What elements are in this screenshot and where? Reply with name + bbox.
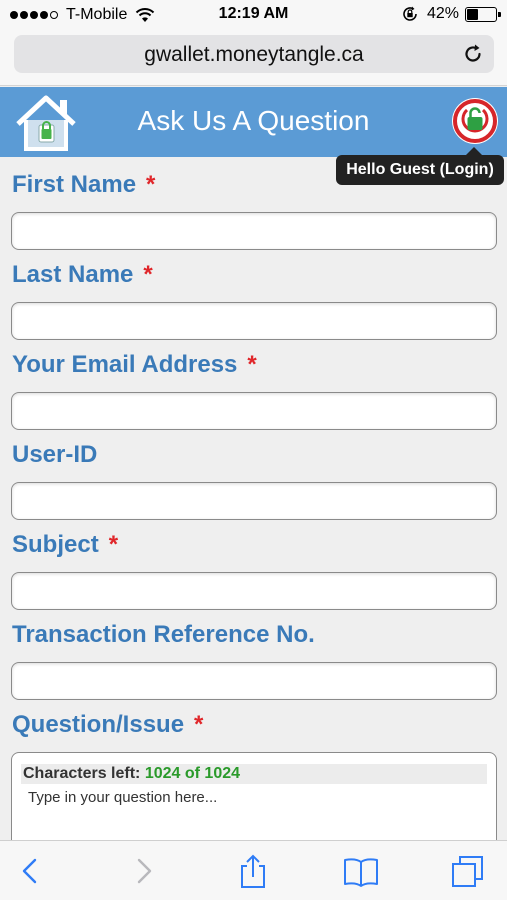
share-icon[interactable]	[235, 853, 271, 889]
question-textarea[interactable]: Type in your question here...	[28, 789, 217, 806]
required-marker: *	[194, 711, 204, 738]
transaction-ref-label: Transaction Reference No.	[12, 621, 315, 648]
tabs-icon[interactable]	[450, 853, 486, 889]
email-label: Your Email Address *	[12, 351, 257, 378]
rotation-lock-icon	[403, 6, 417, 21]
required-marker: *	[108, 531, 119, 558]
characters-left-label: Characters left:	[23, 765, 141, 782]
subject-label: Subject *	[12, 531, 119, 558]
user-id-label: User-ID	[12, 441, 98, 468]
transaction-ref-input[interactable]	[11, 662, 497, 700]
forward-icon[interactable]	[126, 853, 162, 889]
reload-icon[interactable]	[462, 43, 484, 65]
required-marker: *	[143, 261, 153, 288]
subject-input[interactable]	[11, 572, 497, 610]
login-tooltip[interactable]: Hello Guest (Login)	[336, 147, 504, 185]
question-label: Question/Issue *	[12, 711, 204, 738]
status-bar: T-Mobile 12:19 AM 42%	[0, 0, 507, 30]
last-name-input[interactable]	[11, 302, 497, 340]
characters-left-bar: Characters left: 1024 of 1024	[21, 764, 487, 784]
status-right: 42%	[401, 5, 501, 23]
battery-icon	[465, 6, 501, 22]
first-name-input[interactable]	[11, 212, 497, 250]
required-marker: *	[146, 171, 156, 198]
battery-fill	[467, 8, 479, 20]
user-id-input[interactable]	[11, 482, 497, 520]
address-bar[interactable]: gwallet.moneytangle.ca	[14, 35, 494, 73]
browser-url-area: gwallet.moneytangle.ca	[0, 30, 507, 86]
page-title: Ask Us A Question	[137, 105, 370, 136]
characters-left-value: 1024 of 1024	[144, 765, 241, 782]
email-input[interactable]	[11, 392, 497, 430]
login-lock-icon[interactable]	[450, 96, 500, 146]
last-name-label: Last Name *	[12, 261, 153, 288]
required-marker: *	[247, 351, 257, 378]
first-name-label: First Name *	[12, 171, 156, 198]
browser-toolbar	[0, 840, 507, 900]
bookmarks-icon[interactable]	[343, 853, 379, 889]
battery-percent: 42%	[426, 5, 459, 22]
app-header: Ask Us A Question	[0, 87, 507, 157]
url-text[interactable]: gwallet.moneytangle.ca	[14, 43, 494, 67]
back-icon[interactable]	[12, 853, 48, 889]
